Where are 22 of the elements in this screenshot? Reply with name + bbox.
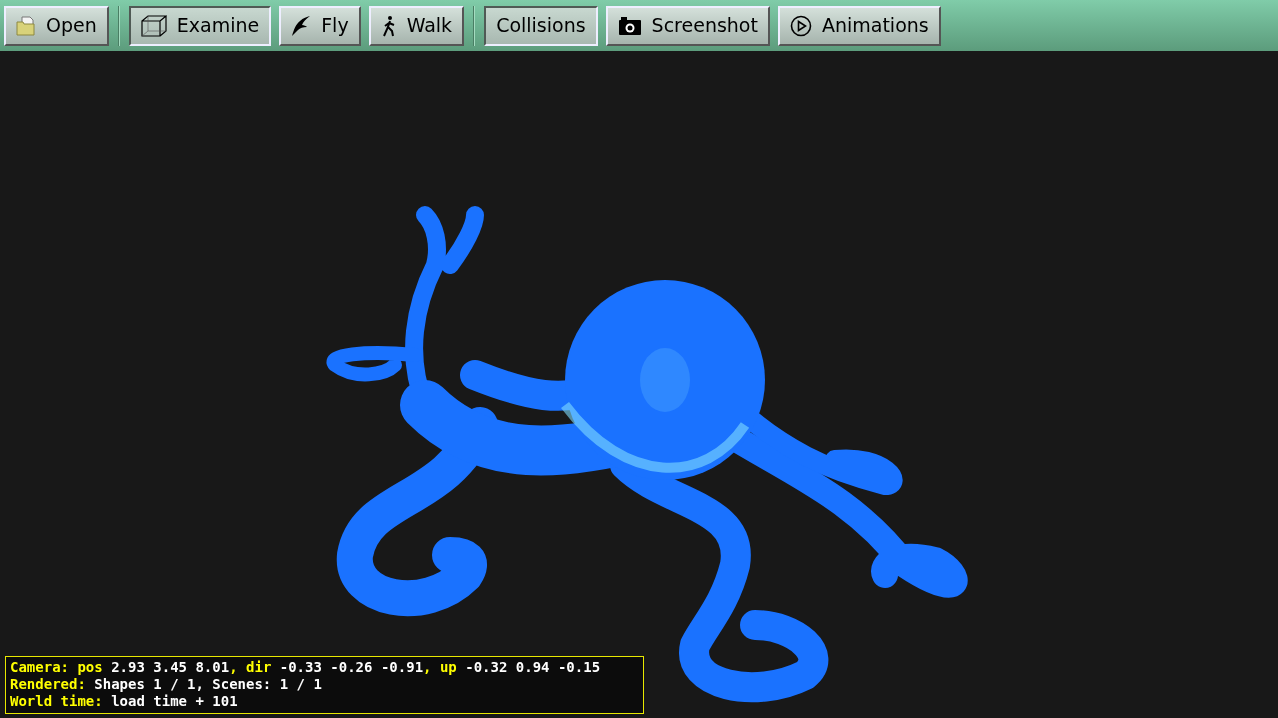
status-value: 2.93 3.45 8.01 xyxy=(111,659,230,675)
status-value: load time + 101 xyxy=(111,693,238,709)
camera-icon xyxy=(617,15,642,36)
cube-icon xyxy=(140,14,167,37)
toolbar-button[interactable]: Collisions xyxy=(484,5,598,46)
toolbar-button[interactable]: Fly xyxy=(279,5,361,46)
toolbar-button[interactable]: Open xyxy=(4,5,109,46)
toolbar-button[interactable]: Examine xyxy=(128,5,272,46)
status-label: , dir xyxy=(229,659,272,675)
play-icon xyxy=(789,14,812,37)
walker-icon xyxy=(380,14,397,37)
status-label: Camera: pos xyxy=(10,659,103,675)
status-value: Shapes 1 / 1, Scenes: 1 / 1 xyxy=(94,676,322,692)
status-label: World time: xyxy=(10,693,103,709)
toolbar-button[interactable]: Walk xyxy=(368,5,465,46)
toolbar-button[interactable]: Screenshot xyxy=(605,5,770,46)
folder-icon xyxy=(16,15,36,36)
status-label: Rendered: xyxy=(10,676,86,692)
toolbar-button[interactable]: Animations xyxy=(777,5,941,46)
status-value: -0.33 -0.26 -0.91 xyxy=(279,659,424,675)
status-label: , up xyxy=(423,659,457,675)
status-value: -0.32 0.94 -0.15 xyxy=(465,659,601,675)
